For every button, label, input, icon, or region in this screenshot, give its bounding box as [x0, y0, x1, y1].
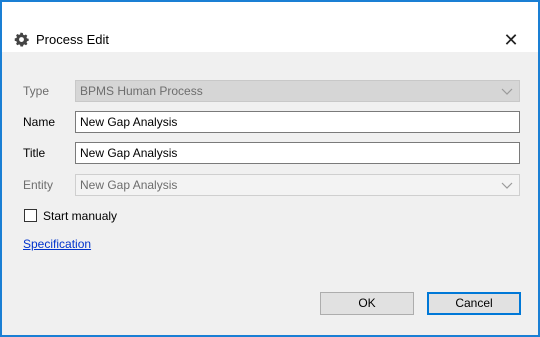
- start-manually-checkbox[interactable]: [24, 209, 37, 222]
- close-button[interactable]: ✕: [496, 28, 526, 52]
- entity-select[interactable]: New Gap Analysis: [75, 174, 520, 196]
- specification-link[interactable]: Specification: [23, 237, 91, 251]
- cancel-button[interactable]: Cancel: [427, 292, 521, 315]
- type-select-value: BPMS Human Process: [80, 84, 203, 98]
- process-edit-dialog: Process Edit ✕ Type BPMS Human Process N…: [0, 0, 540, 337]
- title-bar[interactable]: Process Edit ✕: [2, 2, 538, 52]
- chevron-down-icon: [501, 182, 513, 189]
- name-input-value: New Gap Analysis: [80, 115, 178, 129]
- entity-select-value: New Gap Analysis: [80, 178, 178, 192]
- title-input-value: New Gap Analysis: [80, 146, 178, 160]
- type-label: Type: [23, 84, 50, 98]
- name-label: Name: [23, 115, 56, 129]
- name-input[interactable]: New Gap Analysis: [75, 111, 520, 133]
- title-label: Title: [23, 146, 46, 160]
- ok-button[interactable]: OK: [320, 292, 414, 315]
- dialog-content: Type BPMS Human Process Name New Gap Ana…: [2, 52, 538, 335]
- chevron-down-icon: [501, 88, 513, 95]
- entity-label: Entity: [23, 178, 54, 192]
- close-icon: ✕: [503, 30, 519, 50]
- dialog-title: Process Edit: [36, 32, 109, 47]
- gear-icon: [14, 32, 29, 47]
- title-input[interactable]: New Gap Analysis: [75, 142, 520, 164]
- type-select[interactable]: BPMS Human Process: [75, 80, 520, 102]
- start-manually-label[interactable]: Start manualy: [43, 209, 117, 223]
